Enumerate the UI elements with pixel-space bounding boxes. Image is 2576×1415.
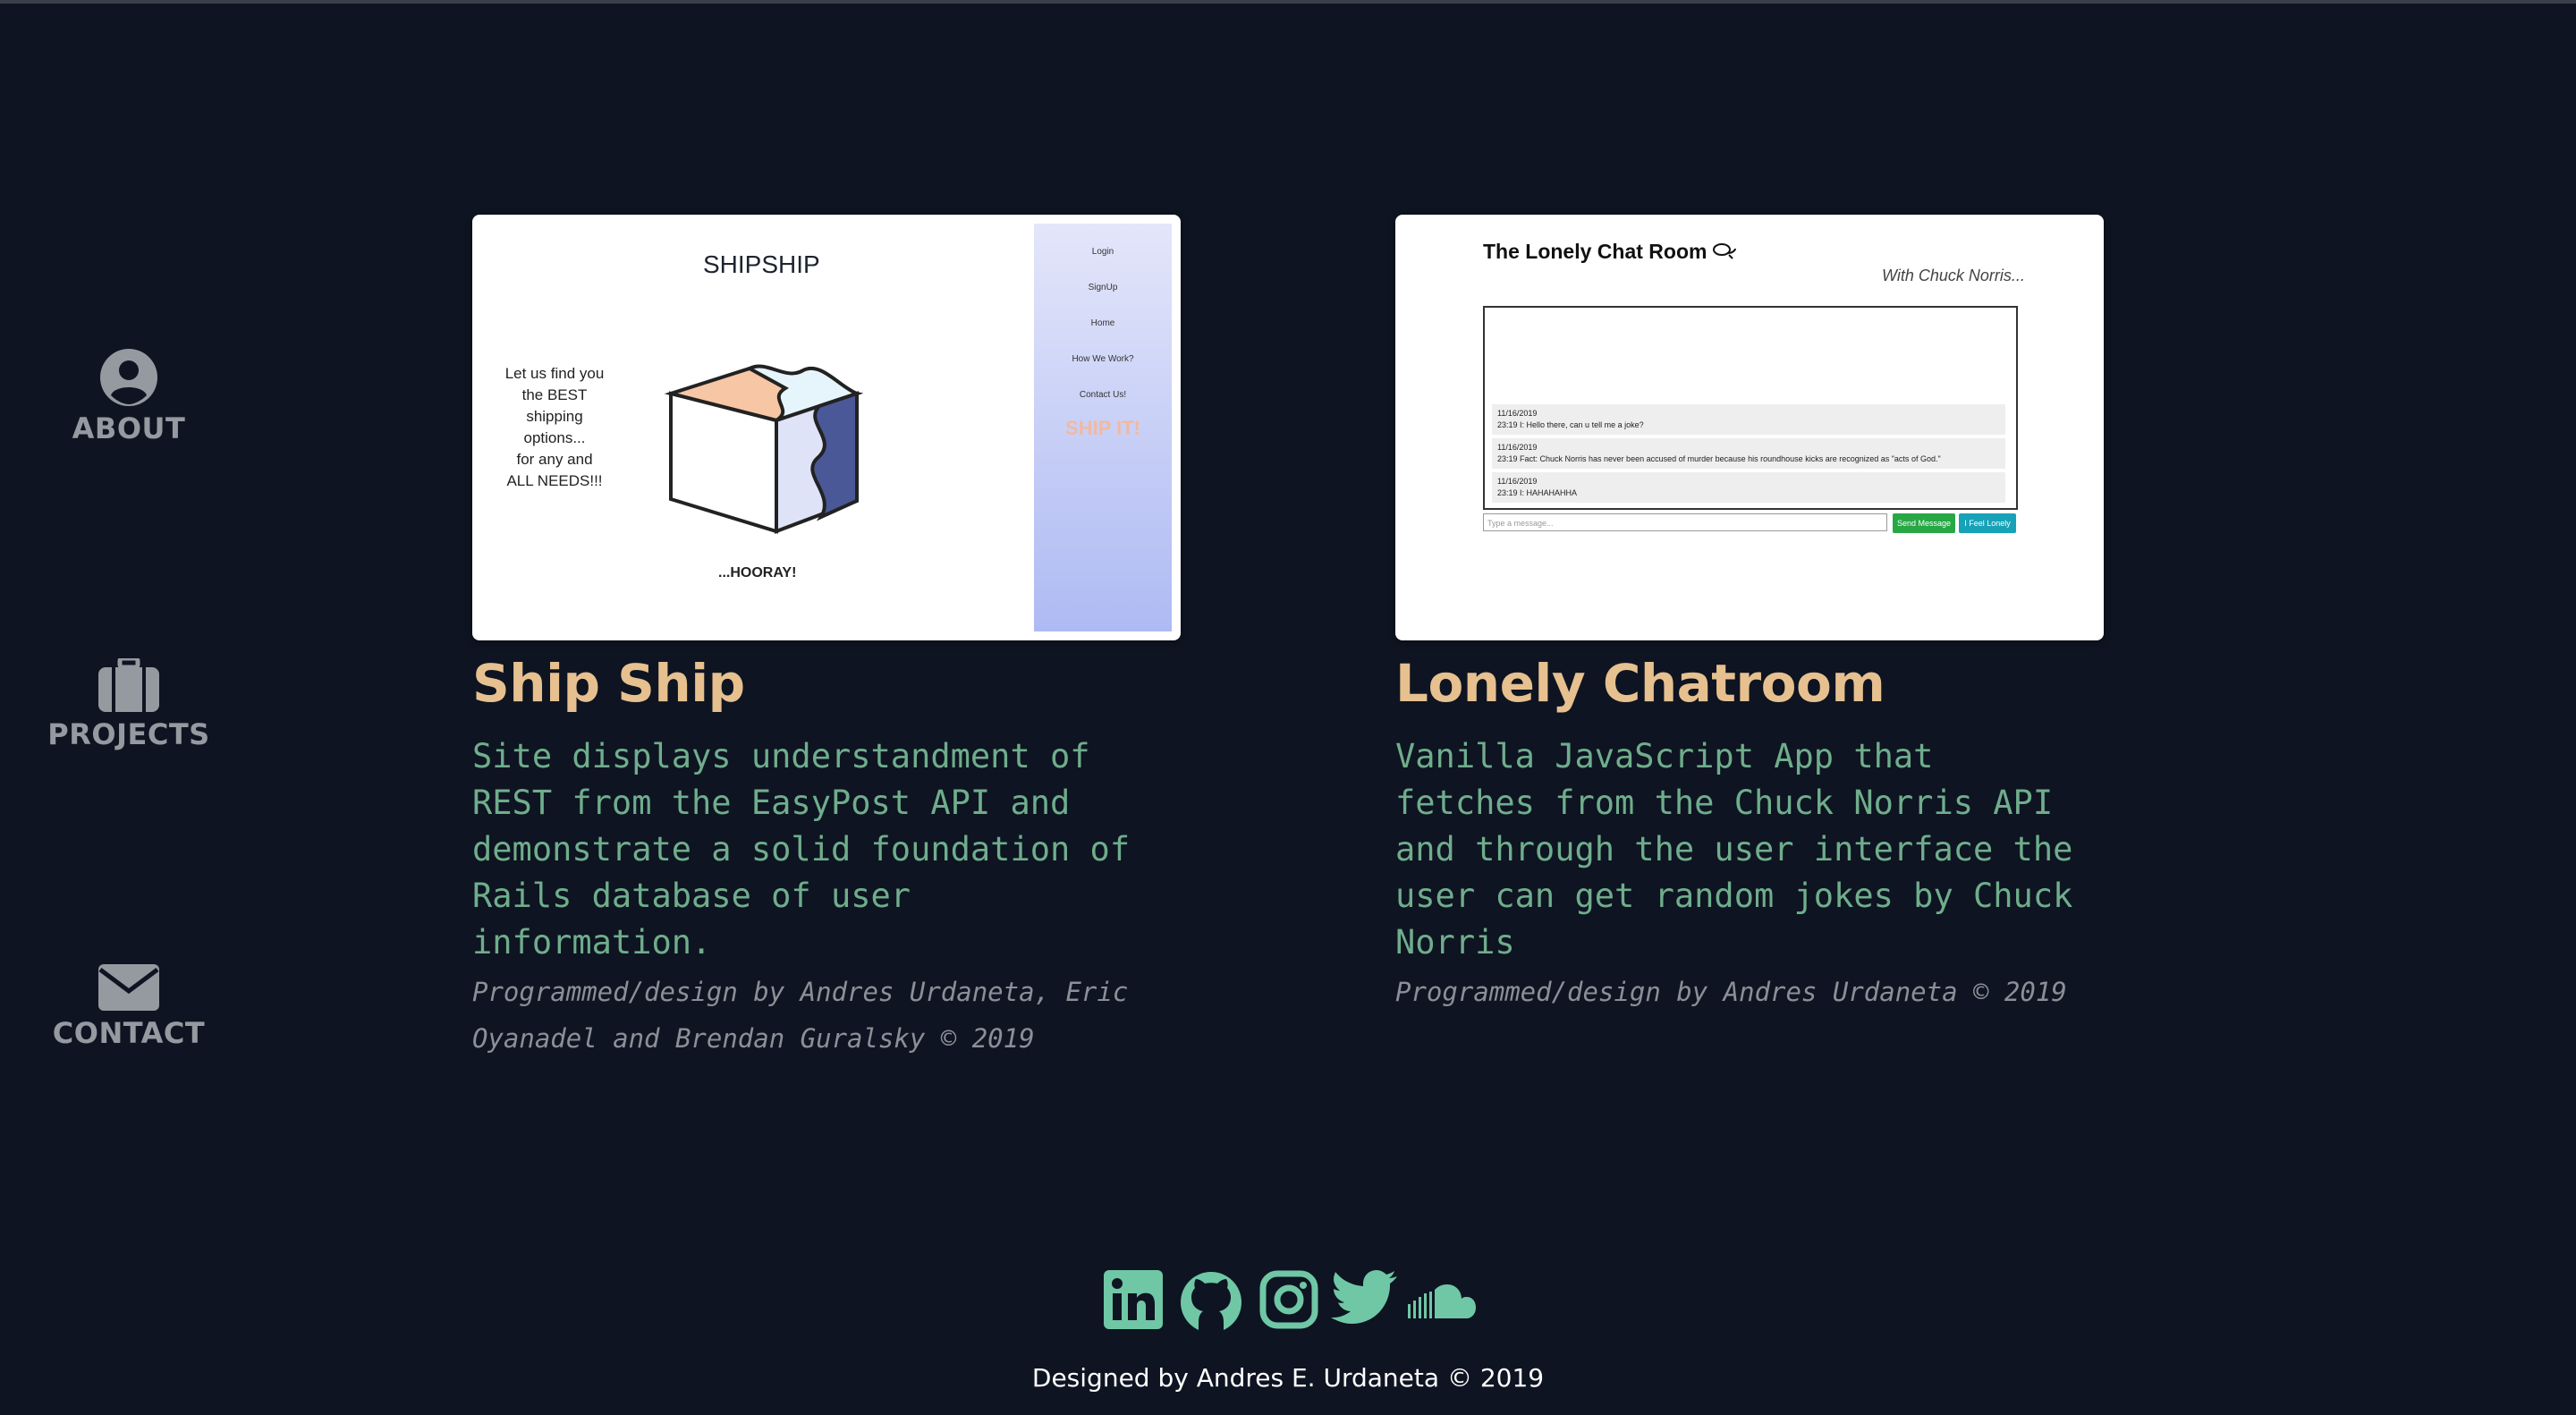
twitter-icon[interactable]: [1331, 1270, 1397, 1326]
envelope-icon: [98, 964, 159, 1011]
thumb-chat-input: Type a message...: [1483, 513, 1887, 531]
nav-contact-label: CONTACT: [52, 1016, 206, 1050]
linkedin-icon[interactable]: [1104, 1270, 1163, 1329]
chat-message: 11/16/2019 23:19 I: HAHAHAHHA: [1492, 472, 2005, 503]
chat-bubbles-icon: [1712, 243, 1736, 259]
project-thumbnail-shipship[interactable]: SHIPSHIP Let us find you the BEST shippi…: [472, 215, 1181, 640]
user-circle-icon: [100, 349, 157, 406]
project-title-shipship[interactable]: Ship Ship: [472, 653, 745, 714]
chat-message-text: 23:19 Fact: Chuck Norris has never been …: [1497, 454, 1941, 463]
thumb-shipship-hooray: ...HOORAY!: [718, 565, 797, 580]
tagline-line: the BEST: [521, 386, 588, 403]
nav-projects[interactable]: PROJECTS: [39, 658, 218, 751]
chat-message-text: 23:19 I: HAHAHAHHA: [1497, 488, 1578, 497]
thumb-lonely-button: I Feel Lonely: [1959, 513, 2016, 533]
social-links: [1104, 1270, 1479, 1338]
project-credit-shipship: Programmed/design by Andres Urdaneta, Er…: [472, 977, 1129, 1054]
chat-message: 11/16/2019 23:19 Fact: Chuck Norris has …: [1492, 438, 2005, 469]
thumb-chat-subtitle: With Chuck Norris...: [1882, 267, 2025, 284]
project-credit-lonely-chatroom: Programmed/design by Andres Urdaneta © 2…: [1395, 977, 2067, 1007]
chat-message-date: 11/16/2019: [1497, 443, 1538, 452]
chat-message-date: 11/16/2019: [1497, 477, 1538, 486]
thumb-menu-how: How We Work?: [1072, 354, 1134, 364]
nav-about[interactable]: ABOUT: [39, 349, 218, 445]
chat-message: 11/16/2019 23:19 I: Hello there, can u t…: [1492, 404, 2005, 435]
thumb-menu-contact: Contact Us!: [1079, 390, 1127, 400]
project-title-lonely-chatroom[interactable]: Lonely Chatroom: [1395, 653, 1885, 714]
tagline-line: options...: [523, 429, 586, 446]
project-description-lonely-chatroom: Vanilla JavaScript App that fetches from…: [1395, 737, 2073, 962]
thumb-chat-title-text: The Lonely Chat Room: [1483, 240, 1707, 263]
thumb-shipship-sidebar: Login SignUp Home How We Work? Contact U…: [1034, 224, 1172, 631]
thumb-menu-signup: SignUp: [1088, 283, 1118, 292]
tagline-line: for any and: [516, 451, 593, 468]
footer-copyright: Designed by Andres E. Urdaneta © 2019: [1031, 1363, 1545, 1393]
nav-projects-label: PROJECTS: [47, 717, 210, 751]
instagram-icon[interactable]: [1259, 1270, 1318, 1329]
tagline-line: ALL NEEDS!!!: [506, 472, 603, 489]
tagline-line: Let us find you: [504, 365, 605, 382]
github-icon[interactable]: [1179, 1270, 1243, 1335]
thumb-chat-window: 11/16/2019 23:19 I: Hello there, can u t…: [1483, 306, 2018, 510]
tagline-line: shipping: [526, 408, 583, 425]
chat-message-date: 11/16/2019: [1497, 409, 1538, 418]
thumb-shipship-tagline: Let us find you the BEST shipping option…: [492, 363, 617, 492]
nav-about-label: ABOUT: [72, 411, 186, 445]
thumb-menu-login: Login: [1091, 247, 1114, 257]
soundcloud-icon[interactable]: [1408, 1284, 1476, 1320]
thumb-menu-home: Home: [1090, 318, 1115, 328]
project-thumbnail-lonely-chatroom[interactable]: The Lonely Chat Room With Chuck Norris..…: [1395, 215, 2104, 640]
cube-logo-icon: [664, 364, 864, 534]
thumb-shipship-title: SHIPSHIP: [703, 250, 820, 278]
briefcase-icon: [98, 658, 159, 712]
project-description-shipship: Site displays understandment of REST fro…: [472, 737, 1131, 962]
chat-message-text: 23:19 I: Hello there, can u tell me a jo…: [1497, 420, 1644, 429]
nav-contact[interactable]: CONTACT: [39, 964, 218, 1050]
thumb-send-button: Send Message: [1893, 513, 1955, 533]
top-border: [0, 0, 2576, 4]
thumb-chat-title: The Lonely Chat Room: [1483, 240, 1736, 264]
thumb-ship-it-button: SHIP IT!: [1065, 417, 1140, 439]
